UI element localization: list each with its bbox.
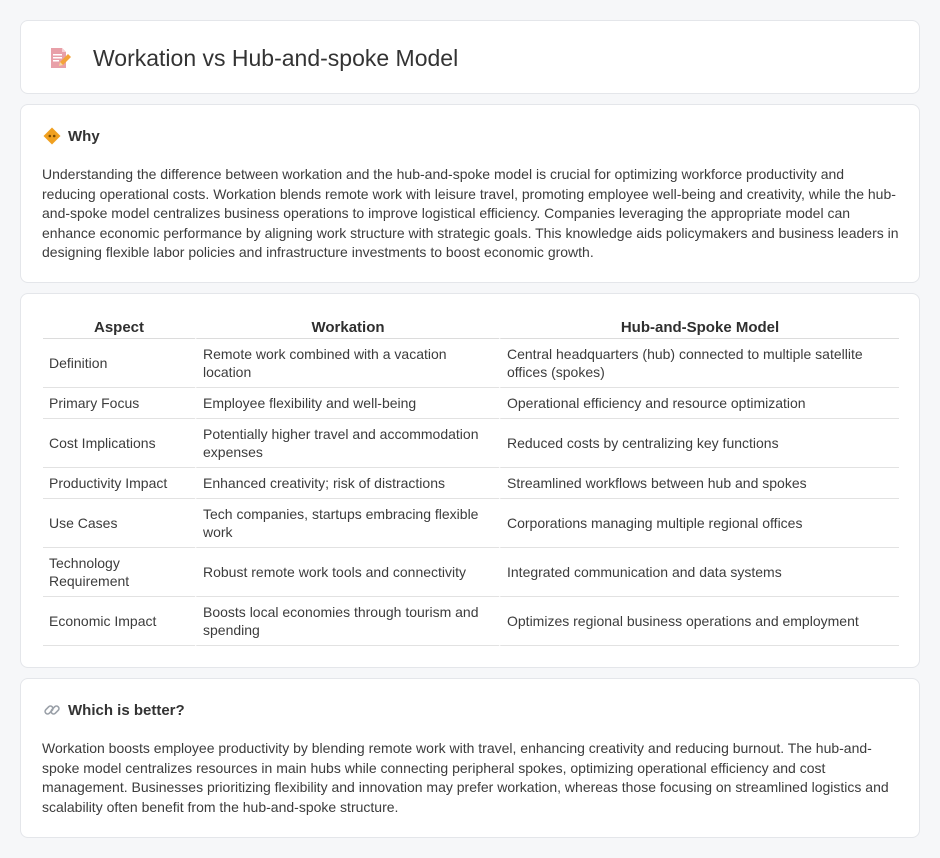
workation-cell: Robust remote work tools and connectivit… <box>195 548 499 597</box>
table-row: Cost Implications Potentially higher tra… <box>43 419 899 468</box>
title-card: Workation vs Hub-and-spoke Model <box>20 20 920 94</box>
header-hub-and-spoke: Hub-and-Spoke Model <box>499 315 899 339</box>
better-heading: Which is better? <box>68 701 185 719</box>
comparison-table: Aspect Workation Hub-and-Spoke Model Def… <box>43 315 899 646</box>
hub-and-spoke-cell: Optimizes regional business operations a… <box>499 597 899 646</box>
table-row: Primary Focus Employee flexibility and w… <box>43 388 899 419</box>
page-title: Workation vs Hub-and-spoke Model <box>93 45 459 71</box>
aspect-cell: Cost Implications <box>43 419 195 468</box>
workation-cell: Boosts local economies through tourism a… <box>195 597 499 646</box>
table-row: Economic Impact Boosts local economies t… <box>43 597 899 646</box>
hub-and-spoke-cell: Streamlined workflows between hub and sp… <box>499 468 899 499</box>
hub-and-spoke-cell: Reduced costs by centralizing key functi… <box>499 419 899 468</box>
better-heading-row: Which is better? <box>43 701 185 719</box>
hub-and-spoke-cell: Central headquarters (hub) connected to … <box>499 339 899 388</box>
workation-cell: Tech companies, startups embracing flexi… <box>195 499 499 548</box>
workation-cell: Employee flexibility and well-being <box>195 388 499 419</box>
better-text: Workation boosts employee productivity b… <box>42 740 889 815</box>
table-row: Productivity Impact Enhanced creativity;… <box>43 468 899 499</box>
aspect-cell: Use Cases <box>43 499 195 548</box>
link-icon <box>44 705 60 715</box>
diamond-bullet-icon <box>43 127 61 145</box>
header-workation: Workation <box>195 315 499 339</box>
aspect-cell: Definition <box>43 339 195 388</box>
aspect-cell: Primary Focus <box>43 388 195 419</box>
document-pencil-icon <box>51 48 71 68</box>
table-row: Use Cases Tech companies, startups embra… <box>43 499 899 548</box>
why-heading: Why <box>68 127 100 145</box>
aspect-cell: Economic Impact <box>43 597 195 646</box>
workation-cell: Enhanced creativity; risk of distraction… <box>195 468 499 499</box>
table-row: Technology Requirement Robust remote wor… <box>43 548 899 597</box>
table-row: Definition Remote work combined with a v… <box>43 339 899 388</box>
workation-cell: Potentially higher travel and accommodat… <box>195 419 499 468</box>
workation-cell: Remote work combined with a vacation loc… <box>195 339 499 388</box>
why-section: Why Understanding the difference between… <box>20 104 920 283</box>
which-is-better-section: Which is better? Workation boosts employ… <box>20 678 920 838</box>
hub-and-spoke-cell: Integrated communication and data system… <box>499 548 899 597</box>
aspect-cell: Technology Requirement <box>43 548 195 597</box>
comparison-table-card: Aspect Workation Hub-and-Spoke Model Def… <box>20 293 920 668</box>
why-text: Understanding the difference between wor… <box>42 166 899 261</box>
title-row: Workation vs Hub-and-spoke Model <box>47 43 458 73</box>
aspect-cell: Productivity Impact <box>43 468 195 499</box>
why-heading-row: Why <box>43 127 100 145</box>
table-header-row: Aspect Workation Hub-and-Spoke Model <box>43 315 899 339</box>
hub-and-spoke-cell: Corporations managing multiple regional … <box>499 499 899 548</box>
header-aspect: Aspect <box>43 315 195 339</box>
hub-and-spoke-cell: Operational efficiency and resource opti… <box>499 388 899 419</box>
